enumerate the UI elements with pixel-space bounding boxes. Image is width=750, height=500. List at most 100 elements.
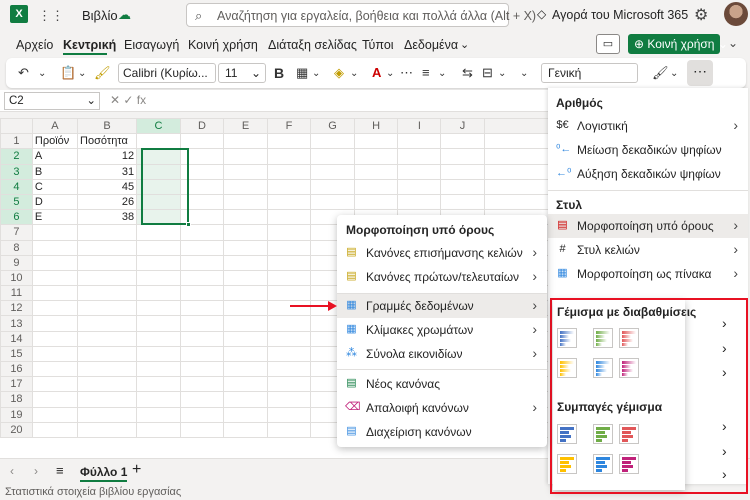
- cell[interactable]: [31, 239, 79, 256]
- cell[interactable]: [266, 391, 312, 408]
- cell[interactable]: [440, 178, 485, 195]
- excel-logo[interactable]: X: [10, 5, 28, 23]
- accounting-item[interactable]: $€ Λογιστική ›: [548, 114, 748, 138]
- cell[interactable]: [77, 315, 138, 332]
- gradient-data-bar-option[interactable]: [619, 358, 639, 378]
- cell[interactable]: [223, 148, 268, 165]
- cell[interactable]: [266, 178, 312, 195]
- cell[interactable]: [136, 330, 181, 347]
- cell[interactable]: [77, 406, 138, 423]
- select-all-corner[interactable]: [0, 118, 33, 135]
- more-options-button[interactable]: ⋯: [687, 60, 713, 86]
- column-header[interactable]: C: [136, 118, 181, 135]
- cell[interactable]: [440, 133, 485, 150]
- cell[interactable]: [31, 345, 79, 363]
- sheet-tab-active[interactable]: Φύλλο 1: [80, 465, 128, 482]
- column-header[interactable]: D: [179, 118, 225, 135]
- gradient-data-bar-option[interactable]: [557, 358, 577, 378]
- cell[interactable]: [31, 330, 79, 347]
- cell-styles-item[interactable]: # Στυλ κελιών ›: [548, 238, 748, 262]
- cell[interactable]: [31, 224, 79, 241]
- cell[interactable]: [179, 269, 225, 287]
- cell[interactable]: [266, 421, 312, 438]
- cell[interactable]: [31, 406, 79, 423]
- format-painter-icon[interactable]: 🖌: [94, 65, 111, 81]
- cell[interactable]: [223, 193, 268, 211]
- cell[interactable]: [77, 360, 138, 378]
- fill-color-icon[interactable]: ◈: [334, 65, 344, 81]
- font-family-select[interactable]: Calibri (Κυρίω...: [118, 63, 216, 83]
- cell[interactable]: [136, 224, 181, 241]
- cell[interactable]: B: [31, 163, 79, 180]
- row-header[interactable]: 6: [0, 209, 33, 226]
- highlight-cells-rules-item[interactable]: ▤ Κανόνες επισήμανσης κελιών ›: [337, 241, 547, 265]
- cell[interactable]: [310, 193, 355, 211]
- cell[interactable]: C: [31, 178, 79, 195]
- cell[interactable]: [77, 376, 138, 393]
- buy-microsoft-365-link[interactable]: Αγορά του Microsoft 365: [552, 8, 688, 22]
- gradient-data-bar-option[interactable]: [593, 358, 613, 378]
- clear-rules-item[interactable]: ⌫ Απαλοιφή κανόνων ›: [337, 396, 547, 420]
- cell[interactable]: [223, 224, 268, 241]
- cell[interactable]: [31, 360, 79, 378]
- solid-data-bar-option[interactable]: [619, 454, 639, 474]
- avatar[interactable]: [724, 2, 748, 26]
- comments-button[interactable]: ▭: [596, 34, 620, 54]
- borders-icon[interactable]: ▦: [296, 65, 308, 81]
- cell[interactable]: [77, 421, 138, 438]
- paste-dropdown-icon[interactable]: ⌄: [78, 68, 86, 79]
- chevron-right-icon[interactable]: ›: [722, 466, 727, 482]
- cell[interactable]: [266, 224, 312, 241]
- cell[interactable]: [266, 330, 312, 347]
- align-dropdown-icon[interactable]: ⌄: [438, 68, 446, 79]
- tab-home[interactable]: Κεντρική: [63, 38, 116, 52]
- row-header[interactable]: 16: [0, 360, 33, 378]
- cell[interactable]: [483, 178, 550, 195]
- cell[interactable]: [483, 148, 550, 165]
- cell[interactable]: [179, 239, 225, 256]
- row-header[interactable]: 1: [0, 133, 33, 150]
- cell[interactable]: [179, 224, 225, 241]
- merge-icon[interactable]: ⊟: [482, 65, 493, 81]
- cell[interactable]: [136, 178, 181, 195]
- cell[interactable]: [353, 163, 399, 180]
- cell[interactable]: [136, 193, 181, 211]
- cell[interactable]: [266, 133, 312, 150]
- more-font-options-icon[interactable]: ⋯: [400, 65, 413, 81]
- cell[interactable]: [77, 330, 138, 347]
- cell[interactable]: [483, 133, 550, 150]
- undo-dropdown-icon[interactable]: ⌄: [38, 68, 46, 79]
- cell[interactable]: [31, 391, 79, 408]
- prev-sheet-icon[interactable]: ‹: [10, 464, 14, 478]
- cell[interactable]: [397, 193, 442, 211]
- solid-data-bar-option[interactable]: [619, 424, 639, 444]
- conditional-formatting-item[interactable]: ▤ Μορφοποίηση υπό όρους ›: [548, 214, 748, 238]
- cell[interactable]: [179, 406, 225, 423]
- cell[interactable]: [77, 285, 138, 302]
- gear-icon[interactable]: ⚙: [694, 5, 708, 25]
- solid-data-bar-option[interactable]: [593, 454, 613, 474]
- row-header[interactable]: 8: [0, 239, 33, 256]
- cell[interactable]: [77, 254, 138, 271]
- column-header[interactable]: A: [31, 118, 79, 135]
- row-header[interactable]: 2: [0, 148, 33, 165]
- cell[interactable]: [179, 178, 225, 195]
- name-box[interactable]: C2 ⌄: [4, 92, 100, 110]
- cell[interactable]: E: [31, 209, 79, 226]
- cell[interactable]: Προϊόν: [31, 133, 79, 150]
- cell[interactable]: [136, 391, 181, 408]
- cell[interactable]: [136, 163, 181, 180]
- top-bottom-rules-item[interactable]: ▤ Κανόνες πρώτων/τελευταίων ›: [337, 265, 547, 289]
- cell[interactable]: [223, 254, 268, 271]
- cell[interactable]: [31, 254, 79, 271]
- cell[interactable]: [31, 285, 79, 302]
- column-header[interactable]: J: [440, 118, 485, 135]
- search-box[interactable]: ⌕ Αναζήτηση για εργαλεία, βοήθεια και πο…: [186, 3, 536, 27]
- add-sheet-icon[interactable]: +: [132, 461, 141, 479]
- cell[interactable]: [353, 133, 399, 150]
- cell[interactable]: [31, 269, 79, 287]
- collapse-ribbon-icon[interactable]: ⌄: [728, 36, 738, 50]
- cell[interactable]: [266, 315, 312, 332]
- font-color-icon[interactable]: A: [372, 65, 381, 80]
- font-color-dropdown-icon[interactable]: ⌄: [386, 68, 394, 79]
